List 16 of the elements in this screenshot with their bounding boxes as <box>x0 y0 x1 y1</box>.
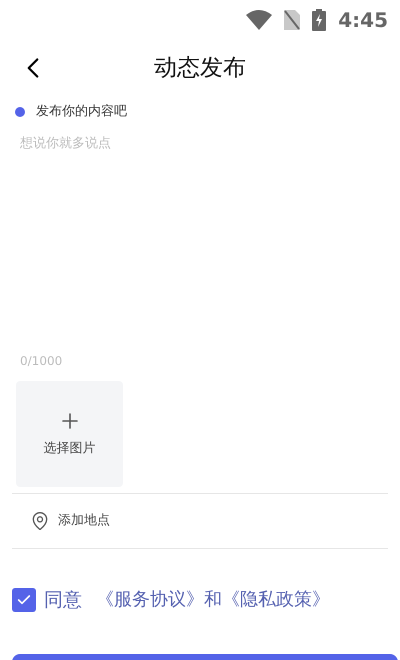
page-title: 动态发布 <box>154 54 246 83</box>
content-field[interactable]: 想说你就多说点 <box>14 132 386 350</box>
no-sim-icon <box>284 10 300 30</box>
battery-icon <box>312 9 326 31</box>
agree-text: 同意 <box>44 588 82 612</box>
image-picker-button[interactable]: 选择图片 <box>16 380 123 486</box>
wifi-icon <box>246 10 272 30</box>
joiner-text: 和 <box>204 588 222 612</box>
service-agreement-link[interactable]: 《服务协议》 <box>96 586 204 614</box>
status-time: 4:45 <box>338 7 388 34</box>
add-location-button[interactable]: 添加地点 <box>12 494 388 548</box>
section-label: 发布你的内容吧 <box>36 103 127 121</box>
privacy-policy-link[interactable]: 《隐私政策》 <box>222 586 330 614</box>
location-pin-icon <box>30 510 50 530</box>
character-counter: 0/1000 <box>20 352 62 370</box>
agree-checkbox[interactable] <box>12 588 36 612</box>
